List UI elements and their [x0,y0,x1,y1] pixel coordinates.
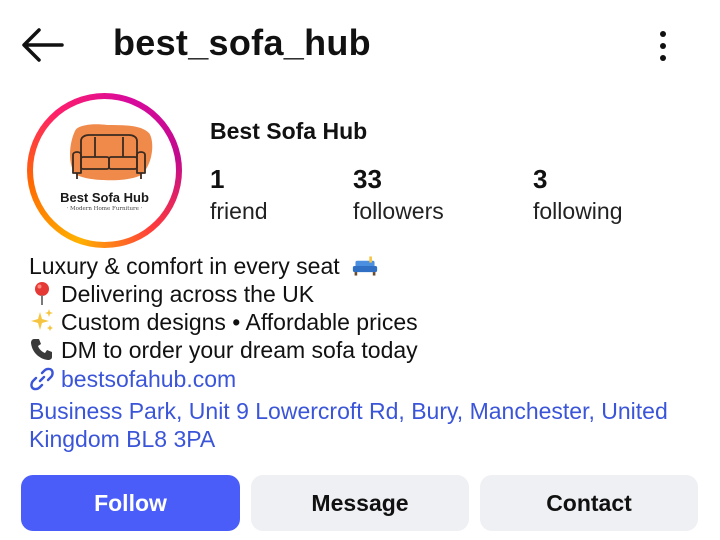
website-link[interactable]: bestsofahub.com [29,366,236,394]
sofa-emoji [352,256,378,276]
profile-username: best_sofa_hub [113,22,371,63]
bio-line: Custom designs • Affordable prices [29,308,418,336]
more-vertical-icon [660,31,666,61]
followers-label[interactable]: followers [353,198,444,225]
top-bar: best_sofa_hub [0,0,720,90]
sparkles-emoji [31,309,53,331]
following-label[interactable]: following [533,198,623,225]
message-button[interactable]: Message [251,475,469,531]
back-button[interactable] [20,26,66,64]
more-options-button[interactable] [648,26,678,66]
bio-text: Delivering across the UK [61,281,315,307]
logo-subtext: · Modern Home Furniture · [66,206,143,212]
followers-count[interactable]: 33 [353,164,382,195]
bio-line: DM to order your dream sofa today [29,336,418,364]
round-pushpin-emoji [35,282,49,305]
avatar-story-ring[interactable]: Best Sofa Hub · Modern Home Furniture · [27,93,182,248]
bio-text: DM to order your dream sofa today [61,337,418,363]
business-address[interactable]: Business Park, Unit 9 Lowercroft Rd, Bur… [29,397,709,453]
arrow-left-icon [22,28,64,62]
logo-text: Best Sofa Hub [60,190,149,205]
display-name: Best Sofa Hub [210,118,368,144]
link-icon [30,367,54,391]
follow-button[interactable]: Follow [21,475,240,531]
avatar: Best Sofa Hub · Modern Home Furniture · [37,103,172,238]
friends-label[interactable]: friend [210,198,268,225]
friends-count[interactable]: 1 [210,164,224,195]
contact-button[interactable]: Contact [480,475,698,531]
sofa-logo-icon [70,124,153,181]
following-count[interactable]: 3 [533,164,547,195]
bio-text: Custom designs • Affordable prices [61,309,418,335]
bio: Luxury & comfort in every seat Deliverin… [29,252,418,364]
website-link-text[interactable]: bestsofahub.com [61,366,236,392]
bio-text: Luxury & comfort in every seat [29,253,340,279]
bio-line: Luxury & comfort in every seat [29,252,418,280]
telephone-receiver-emoji [31,339,52,360]
bio-line: Delivering across the UK [29,280,418,308]
